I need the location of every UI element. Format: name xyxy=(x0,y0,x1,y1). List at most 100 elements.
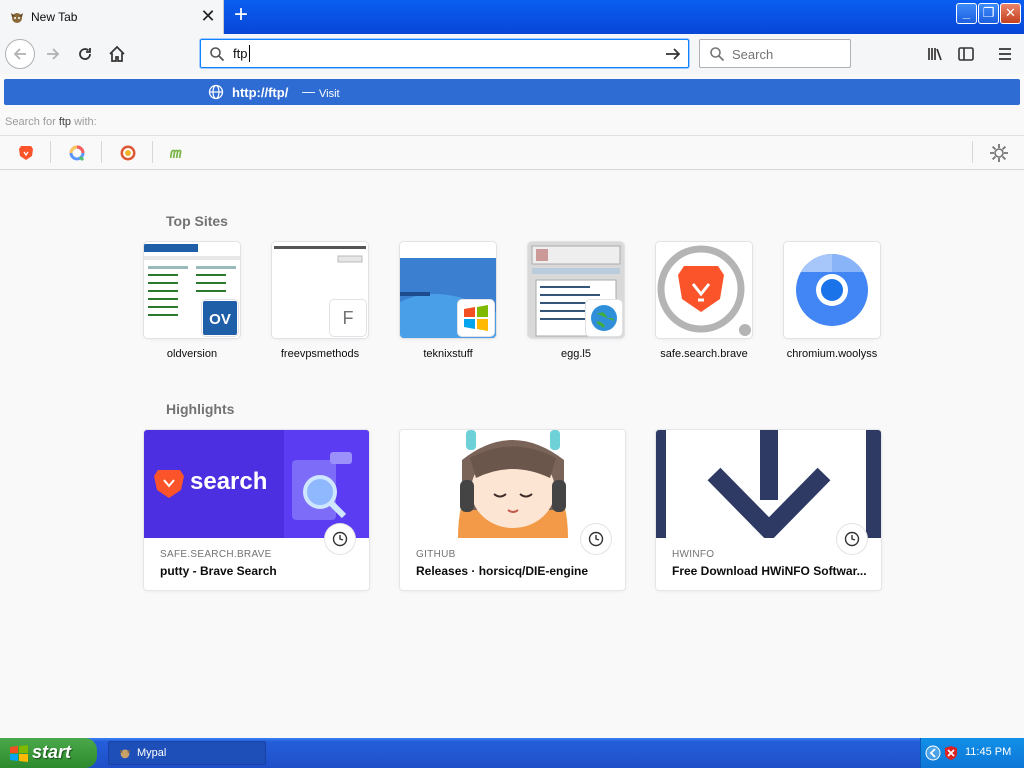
qwant-search-engine-button[interactable] xyxy=(66,142,88,164)
window-close-button[interactable]: ✕ xyxy=(1000,3,1021,24)
tray-expand-icon[interactable] xyxy=(925,745,941,761)
start-button[interactable]: start xyxy=(0,738,97,768)
top-site-label: oldversion xyxy=(166,348,218,360)
top-site-thumbnail: OV xyxy=(144,242,240,338)
top-site-label: chromium.woolyss xyxy=(786,348,878,360)
highlight-card[interactable]: HWINFO Free Download HWiNFO Softwar... xyxy=(656,430,881,590)
url-bar[interactable]: ftp xyxy=(200,39,689,68)
brave-search-engine-button[interactable] xyxy=(15,142,37,164)
search-icon xyxy=(710,47,725,62)
taskbar-item-mypal[interactable]: Mypal xyxy=(108,741,266,765)
engine-divider xyxy=(50,141,51,163)
search-for-term: ftp xyxy=(58,116,72,128)
oldversion-logo-icon: OV xyxy=(203,301,237,335)
home-icon xyxy=(109,45,125,62)
site-badge xyxy=(458,300,494,336)
sidebar-button[interactable] xyxy=(951,39,981,69)
start-label: start xyxy=(32,742,72,762)
top-site-tile[interactable]: safe.search.brave xyxy=(656,242,752,360)
highlight-source: GITHUB xyxy=(416,549,456,560)
top-sites-heading: Top Sites xyxy=(166,213,228,229)
suggestion-action: Visit xyxy=(319,88,340,100)
search-bar[interactable]: Search xyxy=(699,39,851,68)
chromium-logo-icon xyxy=(784,242,880,338)
reload-button[interactable] xyxy=(70,39,100,69)
site-badge: OV xyxy=(202,300,238,336)
windows-flag-icon xyxy=(10,745,28,762)
hamburger-menu-icon xyxy=(999,48,1011,60)
minimize-button[interactable]: _ xyxy=(956,3,977,24)
highlight-image xyxy=(400,430,625,538)
clock-icon xyxy=(332,531,348,547)
top-site-tile[interactable]: F freevpsmethods xyxy=(272,242,368,360)
system-tray: 11:45 PM xyxy=(920,738,1024,768)
reload-icon xyxy=(79,48,91,60)
top-site-thumbnail: F xyxy=(272,242,368,338)
engine-divider xyxy=(101,141,102,163)
new-tab-button[interactable]: + xyxy=(228,3,254,29)
home-button[interactable] xyxy=(102,39,132,69)
top-site-tile[interactable]: OV oldversion xyxy=(144,242,240,360)
duckduckgo-search-engine-button[interactable] xyxy=(117,142,139,164)
mypal-browser-icon xyxy=(11,13,23,23)
search-for-label: Search for ftp with: xyxy=(5,116,97,128)
engine-divider xyxy=(152,141,153,163)
sidebar-icon xyxy=(958,47,974,61)
highlight-image xyxy=(656,430,881,538)
qwant-icon xyxy=(69,145,85,162)
recent-history-badge xyxy=(581,524,611,554)
library-icon xyxy=(928,48,942,61)
top-site-thumbnail xyxy=(400,242,496,338)
suggestion-url: http://ftp/ xyxy=(232,85,289,100)
tab-new-tab[interactable]: New Tab ✕ xyxy=(0,0,224,34)
search-for-suffix: with: xyxy=(74,116,97,128)
highlight-card[interactable]: GITHUB Releases · horsicq/DIE-engine xyxy=(400,430,625,590)
top-site-thumbnail xyxy=(656,242,752,338)
mojeek-icon xyxy=(170,149,182,158)
svg-text:OV: OV xyxy=(209,311,231,328)
go-arrow-icon[interactable] xyxy=(664,45,682,63)
security-shield-icon[interactable] xyxy=(943,745,959,761)
globe-icon xyxy=(591,305,617,331)
clock-icon xyxy=(844,531,860,547)
brave-lion-icon xyxy=(19,146,33,160)
taskbar: start Mypal 11:45 PM xyxy=(0,738,1024,768)
site-badge: F xyxy=(330,300,366,336)
search-for-prefix: Search for xyxy=(5,116,56,128)
tab-title: New Tab xyxy=(31,10,78,24)
recent-history-badge xyxy=(325,524,355,554)
highlight-image-text: search xyxy=(190,468,268,495)
mypal-browser-icon xyxy=(119,749,131,759)
restore-button[interactable]: ❐ xyxy=(978,3,999,24)
top-site-tile[interactable]: egg.l5 xyxy=(528,242,624,360)
anime-character-avatar-icon xyxy=(400,430,625,538)
url-input-value[interactable]: ftp xyxy=(233,46,247,61)
top-site-tile[interactable]: chromium.woolyss xyxy=(784,242,880,360)
top-site-tile[interactable]: teknixstuff xyxy=(400,242,496,360)
duckduckgo-icon xyxy=(120,145,136,161)
search-icon xyxy=(210,47,225,62)
taskbar-item-label: Mypal xyxy=(137,747,167,759)
gear-icon[interactable] xyxy=(988,142,1010,164)
menu-button[interactable] xyxy=(990,39,1020,69)
suggestion-visit-row[interactable]: http://ftp/ — Visit xyxy=(4,79,1020,105)
highlight-image: search xyxy=(144,430,369,538)
recent-history-badge xyxy=(837,524,867,554)
tab-close-button[interactable]: ✕ xyxy=(198,5,218,27)
mojeek-search-engine-button[interactable] xyxy=(168,142,190,164)
highlight-source: SAFE.SEARCH.BRAVE xyxy=(160,549,272,560)
text-caret xyxy=(249,45,250,62)
top-site-label: safe.search.brave xyxy=(660,348,748,360)
top-site-thumbnail xyxy=(784,242,880,338)
forward-arrow-icon xyxy=(47,48,60,60)
search-placeholder: Search xyxy=(732,47,774,62)
top-site-label: teknixstuff xyxy=(423,348,473,360)
back-button[interactable] xyxy=(5,39,35,69)
highlights-heading: Highlights xyxy=(166,401,235,417)
clock-icon xyxy=(588,531,604,547)
highlight-card[interactable]: search SAFE.SEARCH.BRAVE putty - Brave S… xyxy=(144,430,369,590)
forward-button[interactable] xyxy=(38,39,68,69)
site-badge-letter: F xyxy=(342,307,354,328)
library-button[interactable] xyxy=(920,39,950,69)
back-arrow-icon xyxy=(13,48,26,60)
